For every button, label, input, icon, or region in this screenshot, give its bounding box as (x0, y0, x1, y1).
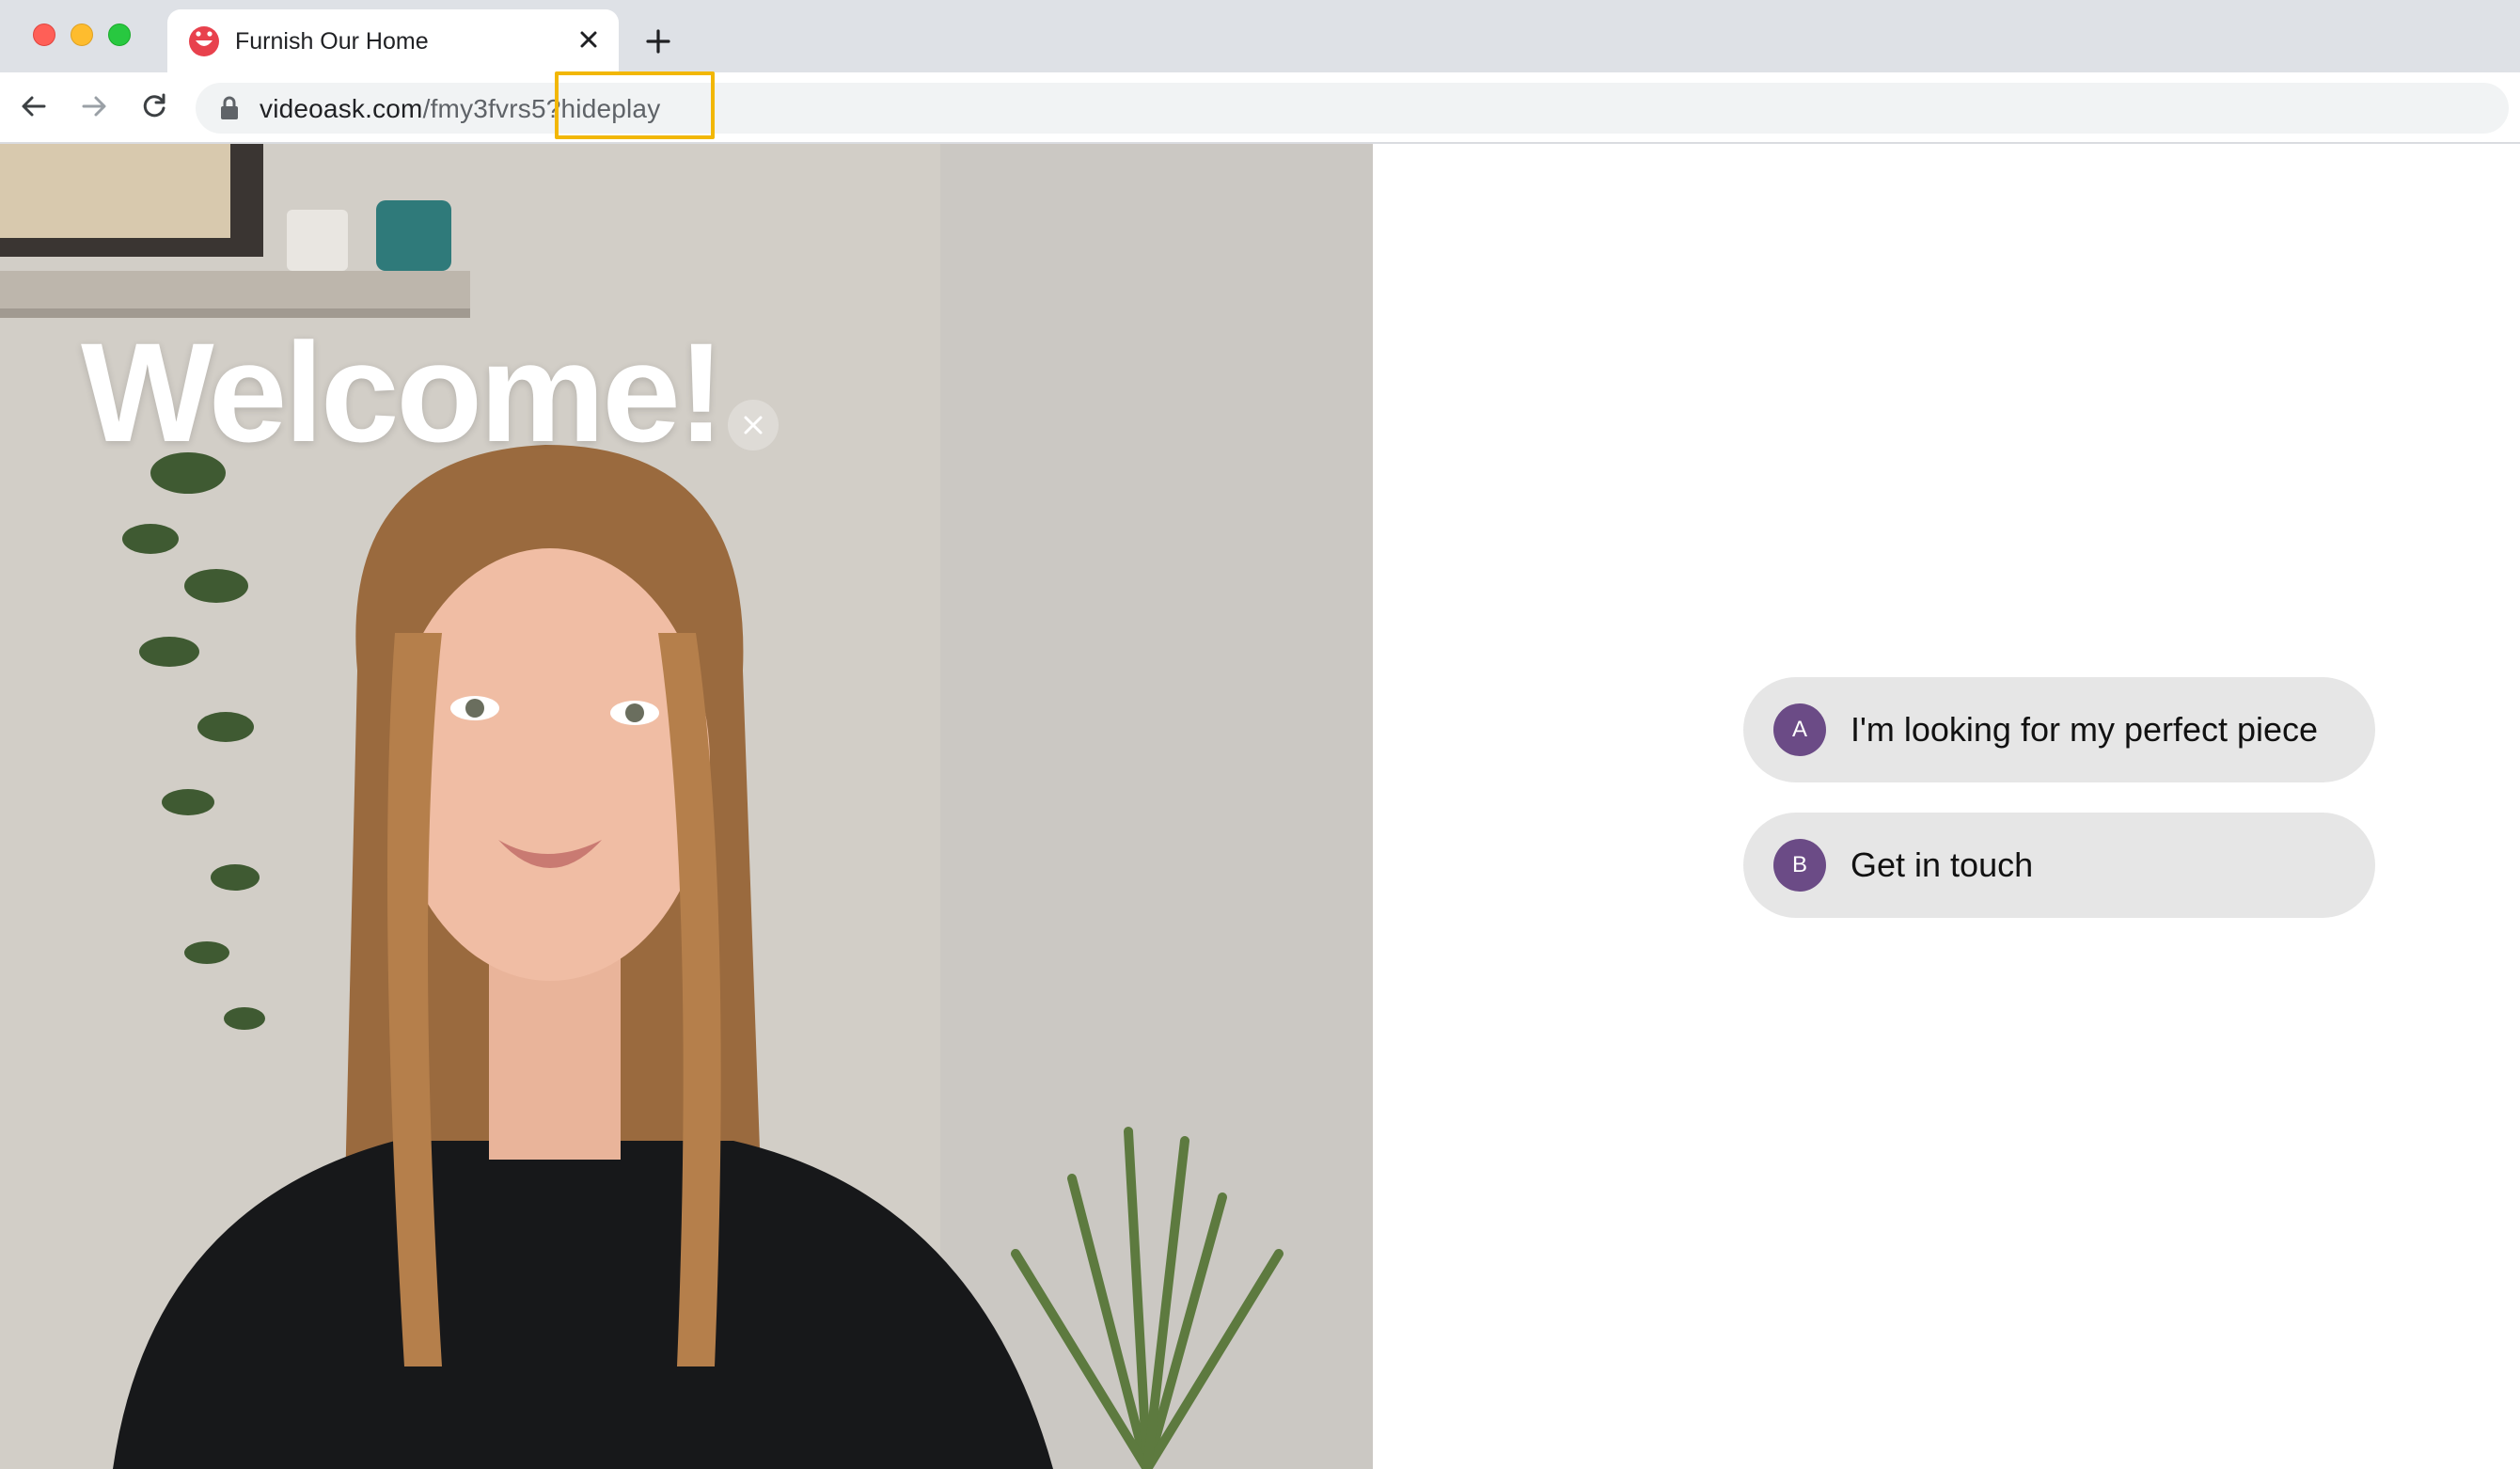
videoask-page: Welcome! A I'm looking for my perfect pi… (0, 144, 2520, 1469)
close-icon[interactable] (572, 23, 606, 56)
url-highlight-box (555, 71, 715, 139)
choice-letter-badge: A (1773, 703, 1826, 756)
answer-panel: A I'm looking for my perfect piece B Get… (1373, 144, 2520, 1469)
welcome-title: Welcome! (81, 313, 725, 471)
lock-icon (218, 96, 241, 120)
window-minimize-button[interactable] (71, 24, 93, 46)
window-maximize-button[interactable] (108, 24, 131, 46)
choice-label: I'm looking for my perfect piece (1851, 710, 2319, 749)
arrow-left-icon[interactable] (13, 86, 55, 127)
choice-button-a[interactable]: A I'm looking for my perfect piece (1743, 677, 2375, 782)
reload-icon[interactable] (134, 86, 175, 127)
close-icon[interactable] (728, 400, 779, 450)
choice-button-b[interactable]: B Get in touch (1743, 813, 2375, 918)
video-player[interactable]: Welcome! (0, 144, 1373, 1469)
arrow-right-icon[interactable] (73, 86, 115, 127)
browser-tab[interactable]: Furnish Our Home (167, 9, 619, 72)
plus-icon[interactable] (639, 23, 677, 60)
choice-letter-badge: B (1773, 839, 1826, 892)
browser-toolbar: videoask.com/fmy3fvrs5?hideplay (0, 72, 2520, 144)
address-bar[interactable]: videoask.com/fmy3fvrs5?hideplay (196, 83, 2509, 134)
smiley-favicon-icon (188, 25, 220, 57)
choice-label: Get in touch (1851, 845, 2034, 884)
browser-tab-bar: Furnish Our Home (0, 0, 2520, 72)
url-host: videoask.com (260, 94, 423, 123)
tab-title: Furnish Our Home (235, 28, 429, 55)
window-close-button[interactable] (33, 24, 55, 46)
